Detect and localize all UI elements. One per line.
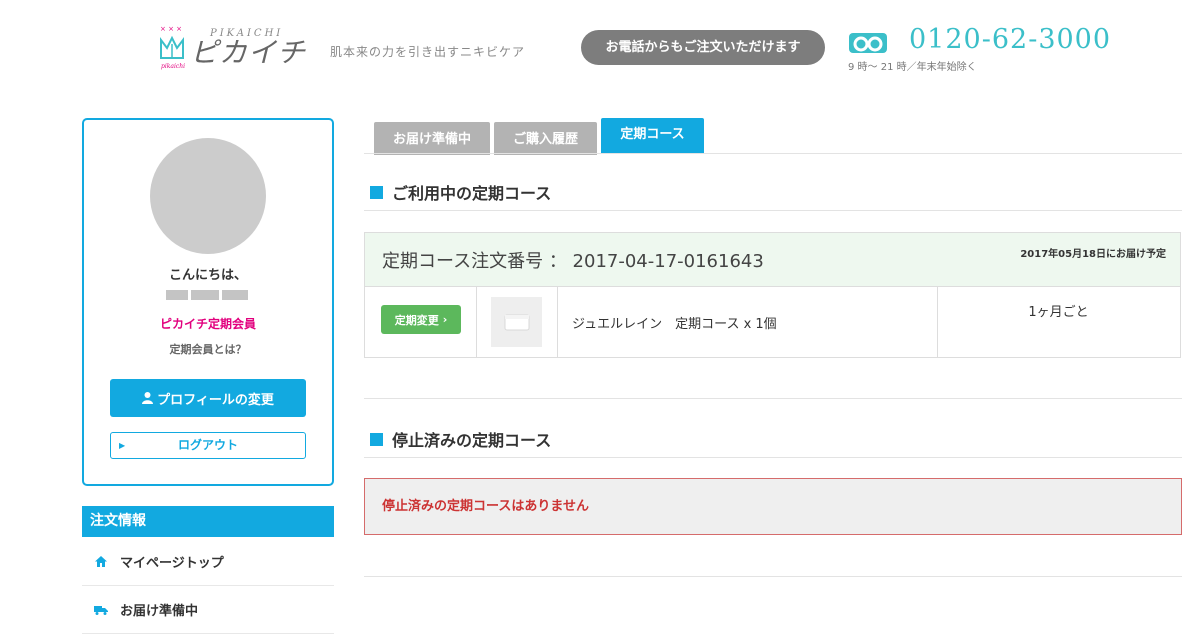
logout-label: ログアウト bbox=[177, 438, 238, 452]
square-bullet-icon bbox=[370, 432, 383, 446]
section-divider bbox=[364, 576, 1182, 577]
nav-item-label: マイページトップ bbox=[120, 556, 224, 571]
subscription-header: 定期コース注文番号 ： 2017-04-17-0161643 2017年05月1… bbox=[365, 233, 1180, 287]
member-about-link[interactable]: 定期会員とは？ bbox=[84, 341, 332, 357]
cell-divider bbox=[476, 287, 477, 357]
logo-text[interactable]: ピカイチ bbox=[190, 37, 306, 69]
chevron-right-icon: › bbox=[442, 313, 448, 326]
section-divider bbox=[364, 398, 1182, 399]
logout-button[interactable]: ▶ ログアウト bbox=[110, 432, 306, 459]
profile-card: こんにちは、 ピカイチ定期会員 定期会員とは？ プロフィールの変更 ▶ ログアウ… bbox=[82, 118, 334, 486]
freedial-icon bbox=[849, 33, 887, 53]
caret-right-icon: ▶ bbox=[119, 441, 126, 450]
delivery-date: 2017年05月18日にお届け予定 bbox=[1020, 249, 1166, 260]
phone-number[interactable]: 0120-62-3000 bbox=[909, 24, 1111, 55]
tabs-divider bbox=[364, 153, 1182, 154]
profile-edit-label: プロフィールの変更 bbox=[157, 392, 274, 408]
tab-purchase-history[interactable]: ご購入履歴 bbox=[494, 122, 597, 155]
nav-item-mypage-top[interactable]: マイページトップ bbox=[82, 538, 334, 586]
tab-subscription[interactable]: 定期コース bbox=[601, 118, 704, 153]
user-name-redacted bbox=[166, 290, 252, 302]
square-bullet-icon bbox=[370, 185, 383, 199]
nav-heading: 注文情報 bbox=[82, 506, 334, 537]
stopped-section-title-text: 停止済みの定期コース bbox=[392, 431, 552, 450]
phone-hours: 9 時〜 21 時／年末年始除く bbox=[848, 62, 977, 73]
profile-edit-button[interactable]: プロフィールの変更 bbox=[110, 379, 306, 417]
member-type-label: ピカイチ定期会員 bbox=[159, 317, 256, 331]
section-divider bbox=[364, 210, 1182, 211]
nav-item-preparing[interactable]: お届け準備中 bbox=[82, 586, 334, 634]
phone-order-badge: お電話からもご注文いただけます bbox=[581, 30, 825, 65]
avatar bbox=[150, 138, 266, 254]
product-name: ジュエルレイン 定期コース x 1個 bbox=[572, 317, 777, 332]
order-number: 定期コース注文番号 ： 2017-04-17-0161643 bbox=[382, 251, 764, 272]
svg-text:× × ×: × × × bbox=[160, 25, 182, 33]
logo-crown-icon: × × × pikaichi bbox=[160, 25, 185, 70]
cell-divider bbox=[557, 287, 558, 357]
truck-icon bbox=[82, 605, 120, 615]
logo-tagline: 肌本来の力を引き出すニキビケア bbox=[330, 45, 526, 59]
greeting-text: こんにちは、 bbox=[168, 268, 247, 283]
home-icon bbox=[82, 556, 120, 567]
product-thumbnail[interactable] bbox=[491, 297, 542, 347]
change-subscription-label: 定期変更 bbox=[394, 313, 439, 327]
stopped-section-title: 停止済みの定期コース bbox=[370, 427, 551, 451]
tab-preparing[interactable]: お届け準備中 bbox=[374, 122, 490, 155]
cell-divider bbox=[937, 287, 938, 357]
active-section-title-text: ご利用中の定期コース bbox=[392, 184, 552, 203]
delivery-cycle: 1ヶ月ごと bbox=[1028, 305, 1089, 320]
section-divider bbox=[364, 457, 1182, 458]
svg-text:pikaichi: pikaichi bbox=[161, 63, 185, 70]
active-section-title: ご利用中の定期コース bbox=[370, 180, 551, 204]
user-icon bbox=[142, 392, 154, 404]
nav-item-label: お届け準備中 bbox=[120, 604, 199, 619]
change-subscription-button[interactable]: 定期変更 › bbox=[381, 305, 461, 334]
stopped-empty-alert: 停止済みの定期コースはありません bbox=[364, 478, 1182, 535]
subscription-row: 定期変更 › ジュエルレイン 定期コース x 1個 1ヶ月ごと bbox=[365, 287, 1180, 357]
subscription-card: 定期コース注文番号 ： 2017-04-17-0161643 2017年05月1… bbox=[364, 232, 1181, 358]
